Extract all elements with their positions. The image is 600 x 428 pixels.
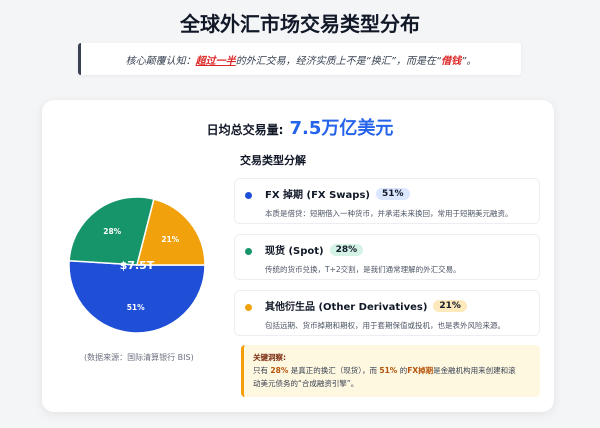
- spot-badge: 28%: [329, 243, 364, 256]
- breakdown-item-spot: 现货 (Spot) 28% 传统的货币兑换，T+2交割，是我们通常理解的外汇交易…: [234, 234, 540, 280]
- pie-center-label: $7.5T: [120, 259, 155, 272]
- other-derivatives-dot: [245, 304, 252, 311]
- key-insight-title: 关键洞察:: [253, 353, 286, 362]
- key-insight-line2: 动美元债务的“合成融资引擎”。: [253, 379, 359, 388]
- insight-suffix: ”。: [461, 55, 477, 67]
- breakdown-item-other-derivatives: 其他衍生品 (Other Derivatives) 21% 包括远期、货币掉期和…: [234, 290, 540, 336]
- fx-swaps-badge: 51%: [375, 187, 410, 200]
- pie-label-1: 28%: [103, 227, 121, 236]
- daily-volume-label: 日均总交易量:: [206, 123, 284, 137]
- spot-desc: 传统的货币兑换，T+2交割，是我们通常理解的外汇交易。: [265, 265, 461, 274]
- spot-name: 现货 (Spot): [265, 246, 324, 257]
- pie-chart: 51% 28% 21% $7.5T: [68, 196, 206, 334]
- daily-volume-summary: 日均总交易量: 7.5万亿美元: [0, 114, 600, 140]
- pie-label-0: 51%: [127, 303, 145, 312]
- core-insight-banner: 核心颠覆认知： 超过一半 的外汇交易，经济实质上不是“换汇”，而是在“ 借钱 ”…: [78, 43, 521, 75]
- data-source-note: (数据来源：国际清算银行 BIS): [84, 353, 194, 362]
- breakdown-item-fx-swaps: FX 掉期 (FX Swaps) 51% 本质是借贷：短期借入一种货币，并承诺未…: [234, 178, 540, 224]
- page-title: 全球外汇市场交易类型分布: [180, 12, 420, 36]
- key-insight-box: 关键洞察: 只有 28% 是真正的换汇（现货），而 51% 的FX掉期是金融机构…: [241, 345, 540, 397]
- breakdown-title: 交易类型分解: [240, 154, 306, 167]
- insight-prefix: 核心颠覆认知：: [125, 55, 196, 67]
- key-insight-line1: 只有 28% 是真正的换汇（现货），而 51% 的FX掉期是金融机构用来创建和滚: [253, 366, 516, 375]
- pie-label-2: 21%: [161, 235, 179, 244]
- spot-dot: [245, 248, 252, 255]
- insight-emphasis-borrow: 借钱: [441, 55, 462, 67]
- other-derivatives-desc: 包括远期、货币掉期和期权，用于套期保值或投机，也是表外风险来源。: [265, 321, 505, 330]
- fx-swaps-name: FX 掉期 (FX Swaps): [265, 190, 370, 201]
- other-derivatives-name: 其他衍生品 (Other Derivatives): [265, 302, 428, 313]
- fx-swaps-desc: 本质是借贷：短期借入一种货币，并承诺未来换回，常用于短期美元融资。: [265, 209, 513, 218]
- other-derivatives-badge: 21%: [433, 299, 467, 312]
- daily-volume-value: 7.5万亿美元: [289, 118, 394, 139]
- fx-swaps-dot: [245, 192, 252, 199]
- insight-middle: 的外汇交易，经济实质上不是“换汇”，而是在“: [235, 55, 442, 67]
- insight-emphasis: 超过一半: [195, 55, 236, 67]
